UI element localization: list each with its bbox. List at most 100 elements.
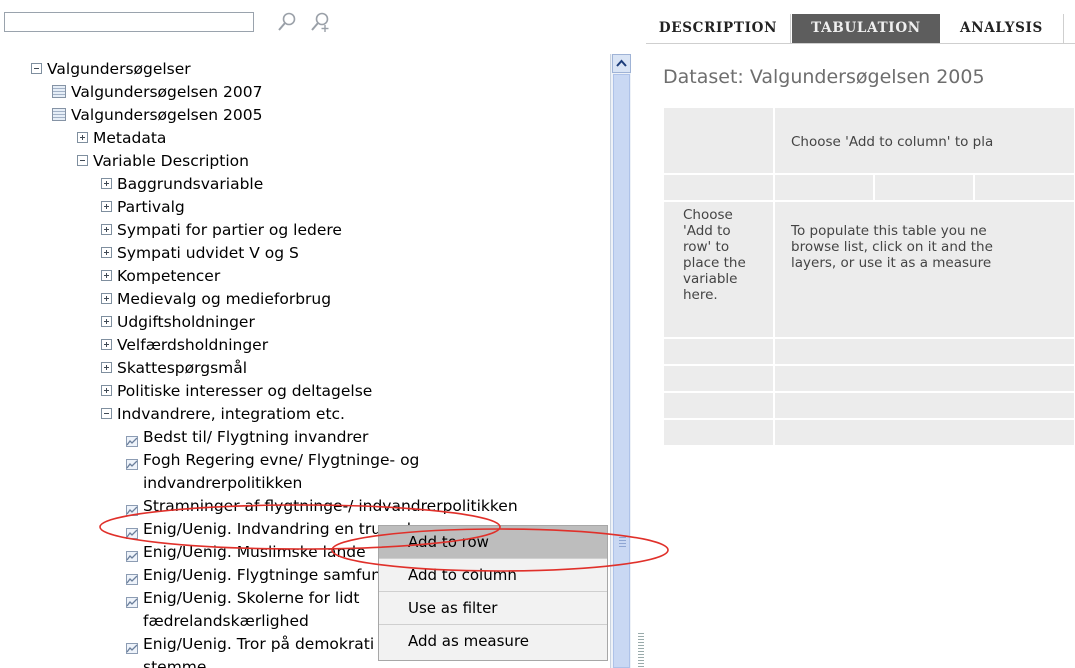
expand-icon[interactable] [101,293,112,304]
tree-group[interactable]: Sympati for partier og ledere [101,219,342,242]
row-prompt-line: row' to [683,239,730,255]
tree-group[interactable]: Politiske interesser og deltagelse [101,380,372,403]
dataset-title: Dataset: Valgundersøgelsen 2005 [663,66,985,88]
table-cell [774,365,1075,392]
search-bar [0,0,632,40]
tree-dataset-2005[interactable]: Valgundersøgelsen 2005 [52,104,263,127]
tree-node-label: Valgundersøgelsen 2007 [71,83,263,101]
row-prompt-line: Choose [683,207,733,223]
tab-description[interactable]: DESCRIPTION [646,14,791,43]
tree-node-label: Enig/Uenig. Skolerne for lidt [143,589,360,607]
tree-node-label: Velfærdsholdninger [117,336,269,354]
variable-icon [126,454,138,470]
dataset-icon [52,108,66,121]
tree-node-label: Variable Description [93,152,249,170]
search-input[interactable] [4,12,254,32]
expand-icon[interactable] [101,224,112,235]
tree-root[interactable]: Valgundersøgelser [31,58,191,81]
tree-node-label: Valgundersøgelser [47,60,191,78]
tree-node-label: Enig/Uenig. Indvandring en trussel [143,520,412,538]
tree-node-label: Bedst til/ Flygtning invandrer [143,428,369,446]
populate-instructions-line: browse list, click on it and the [791,239,993,255]
variable-icon [126,500,138,516]
tree-group[interactable]: Kompetencer [101,265,220,288]
browse-pane: Valgundersøgelser Valgundersøgelsen 2007… [0,0,632,668]
populate-instructions-line: layers, or use it as a measure [791,255,992,271]
column-prompt: Choose 'Add to column' to pla [791,134,994,150]
add-to-column-menu-item[interactable]: Add to column [379,559,607,592]
table-cell [774,338,1075,365]
collapse-icon[interactable] [101,408,112,419]
tree-group[interactable]: Partivalg [101,196,185,219]
tree-node-label: Partivalg [117,198,185,216]
variable-icon [126,546,138,562]
tree-group[interactable]: Skattespørgsmål [101,357,247,380]
tree-variable[interactable]: Enig/Uenig. Skolerne for lidt [126,587,359,610]
tree-node-label: Udgiftsholdninger [117,313,255,331]
crosstab-table: Choose 'Add to column' to pla Choose 'Ad… [663,107,1075,447]
tree-variable[interactable]: Stramninger af flygtninge-/ indvandrerpo… [126,495,518,518]
row-header-cell [663,392,774,419]
table-cell [974,174,1075,201]
tree-node-label: Enig/Uenig. Flygtninge samfund [143,566,391,584]
table-cell [874,174,974,201]
tree-variable[interactable]: Enig/Uenig. Tror på demokrati [126,633,374,656]
tree-variable[interactable]: Bedst til/ Flygtning invandrer [126,426,368,449]
tree-group[interactable]: Udgiftsholdninger [101,311,255,334]
tree-variable[interactable]: Fogh Regering evne/ Flygtninge- og [126,449,419,472]
tree-variable-description[interactable]: Variable Description [77,150,249,173]
add-to-row-menu-item[interactable]: Add to row [379,526,607,559]
tree-variable-selected[interactable]: Enig/Uenig. Indvandring en trussel [126,518,411,541]
tree-group-indvandrere[interactable]: Indvandrere, integratiom etc. [101,403,345,426]
row-header-cell [663,174,774,201]
collapse-icon[interactable] [31,63,42,74]
tree-node-label: Medievalg og medieforbrug [117,290,332,308]
tree-node-label: fædrelandskærlighed [143,612,309,630]
tree-node-label: Sympati for partier og ledere [117,221,342,239]
tree-node-label: Skattespørgsmål [117,359,248,377]
variable-icon [126,569,138,585]
tree-node-label: Kompetencer [117,267,221,285]
add-search-icon[interactable] [309,10,333,34]
pane-splitter[interactable] [638,633,644,668]
expand-icon[interactable] [101,385,112,396]
expand-icon[interactable] [101,247,112,258]
tree-dataset-2007[interactable]: Valgundersøgelsen 2007 [52,81,263,104]
scroll-up-icon[interactable] [612,54,631,73]
tree-variable[interactable]: Enig/Uenig. Flygtninge samfund [126,564,391,587]
tree-group[interactable]: Baggrundsvariable [101,173,263,196]
row-header-cell [663,338,774,365]
tabulation-pane: DESCRIPTION TABULATION ANALYSIS Dataset:… [646,0,1075,668]
variable-icon [126,638,138,654]
scroll-thumb[interactable] [613,74,630,668]
tree-metadata[interactable]: Metadata [77,127,166,150]
tree-variable-line2: fædrelandskærlighed [143,610,309,633]
tree-variable-line2: indvandrerpolitikken [143,472,302,495]
add-as-measure-menu-item[interactable]: Add as measure [379,625,607,658]
expand-icon[interactable] [101,339,112,350]
expand-icon[interactable] [101,362,112,373]
expand-icon[interactable] [101,201,112,212]
tree-group[interactable]: Velfærdsholdninger [101,334,268,357]
corner-cell [663,107,774,174]
tab-analysis[interactable]: ANALYSIS [940,14,1064,43]
scroll-grip [619,537,626,547]
tree-group[interactable]: Medievalg og medieforbrug [101,288,331,311]
use-as-filter-menu-item[interactable]: Use as filter [379,592,607,625]
tree-scrollbar[interactable] [610,54,631,668]
tree-node-label: indvandrerpolitikken [143,474,303,492]
collapse-icon[interactable] [77,155,88,166]
row-header-cell [663,419,774,446]
search-icon[interactable] [276,10,300,34]
tree-node-label: Valgundersøgelsen 2005 [71,106,263,124]
expand-icon[interactable] [101,270,112,281]
expand-icon[interactable] [101,178,112,189]
row-prompt-line: variable [683,271,738,287]
expand-icon[interactable] [101,316,112,327]
tab-tabulation[interactable]: TABULATION [792,14,940,43]
row-prompt-line: here. [683,287,718,303]
tree-group[interactable]: Sympati udvidet V og S [101,242,299,265]
expand-icon[interactable] [77,132,88,143]
tree-variable[interactable]: Enig/Uenig. Muslimske lande [126,541,366,564]
populate-instructions-line: To populate this table you ne [791,223,987,239]
